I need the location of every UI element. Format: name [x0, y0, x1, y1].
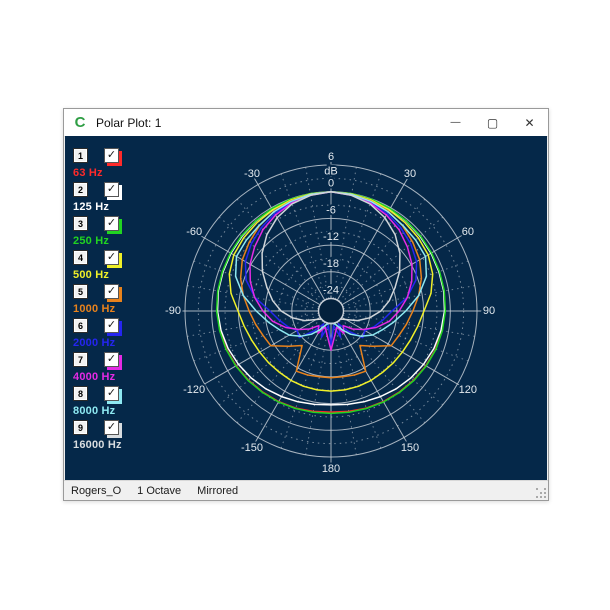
- titlebar[interactable]: C Polar Plot: 1 — ▢ ✕: [64, 109, 548, 137]
- legend-item-500hz: 4 ✓ 500 Hz: [73, 250, 122, 284]
- curve-visibility-checkbox-1[interactable]: ✓: [104, 148, 119, 163]
- curve-number-button-4[interactable]: 4: [73, 250, 88, 265]
- curve-visibility-checkbox-7[interactable]: ✓: [104, 352, 119, 367]
- legend-item-1000hz: 5 ✓ 1000 Hz: [73, 284, 122, 318]
- radial-tick-label: 0: [328, 178, 334, 190]
- legend-frequency-label: 250 Hz: [73, 235, 110, 247]
- frequency-legend: 1 ✓ 63 Hz 2 ✓ 125 Hz 3 ✓ 250 Hz 4 ✓ 500 Hz 5 ✓ 1000 Hz…: [73, 148, 122, 454]
- legend-frequency-label: 2000 Hz: [73, 337, 116, 349]
- window-controls: — ▢ ✕: [437, 109, 548, 136]
- status-measurement-name: Rogers_O: [71, 484, 122, 497]
- statusbar: Rogers_O 1 Octave Mirrored: [64, 480, 548, 500]
- curve-number-button-1[interactable]: 1: [73, 148, 88, 163]
- grid-spoke-major: [336, 321, 408, 444]
- legend-item-250hz: 3 ✓ 250 Hz: [73, 216, 122, 250]
- radial-tick-label: -6: [326, 204, 336, 216]
- angle-label: 120: [459, 384, 477, 396]
- legend-frequency-label: 8000 Hz: [73, 405, 116, 417]
- angle-label: -30: [244, 168, 260, 180]
- legend-frequency-label: 16000 Hz: [73, 439, 122, 451]
- polar-chart: 60-6-12-18-24dB-30 30-60 60-90 90-120 120-15…: [163, 149, 497, 477]
- curve-visibility-checkbox-9[interactable]: ✓: [104, 420, 119, 435]
- polar-plot-area: 6 0 -6 -12 -18 -24 dB -30 30 -60 60 -90 90 -120 120 -15…: [65, 136, 547, 481]
- angle-label: 90: [483, 305, 495, 317]
- angle-label: -90: [165, 305, 181, 317]
- angle-label: -120: [183, 384, 205, 396]
- radial-tick-label: -18: [323, 258, 339, 270]
- grid-spoke-major: [254, 321, 326, 444]
- legend-item-125hz: 2 ✓ 125 Hz: [73, 182, 122, 216]
- curve-visibility-checkbox-2[interactable]: ✓: [104, 182, 119, 197]
- grid-spoke-major: [341, 234, 464, 306]
- legend-item-8000hz: 8 ✓ 8000 Hz: [73, 386, 122, 420]
- grid-spoke-major: [198, 234, 321, 306]
- close-button[interactable]: ✕: [511, 109, 548, 136]
- status-mirrored: Mirrored: [197, 484, 239, 497]
- angle-label: -150: [241, 442, 263, 454]
- maximize-button[interactable]: ▢: [474, 109, 511, 136]
- legend-frequency-label: 63 Hz: [73, 167, 103, 179]
- legend-item-4000hz: 7 ✓ 4000 Hz: [73, 352, 122, 386]
- curve-visibility-checkbox-3[interactable]: ✓: [104, 216, 119, 231]
- legend-frequency-label: 4000 Hz: [73, 371, 116, 383]
- clio-logo-icon: C: [74, 113, 86, 131]
- radial-tick-label: -24: [323, 285, 339, 297]
- angle-label: -60: [186, 226, 202, 238]
- legend-item-2000hz: 6 ✓ 2000 Hz: [73, 318, 122, 352]
- status-smoothing: 1 Octave: [137, 484, 182, 497]
- legend-frequency-label: 125 Hz: [73, 201, 110, 213]
- curve-visibility-checkbox-4[interactable]: ✓: [104, 250, 119, 265]
- curve-number-button-5[interactable]: 5: [73, 284, 88, 299]
- radial-tick-label: -12: [323, 231, 339, 243]
- legend-frequency-label: 500 Hz: [73, 269, 110, 281]
- legend-frequency-label: 1000 Hz: [73, 303, 116, 315]
- legend-item-16000hz: 9 ✓ 16000 Hz: [73, 420, 122, 454]
- minimize-button[interactable]: —: [437, 109, 474, 136]
- curve-visibility-checkbox-8[interactable]: ✓: [104, 386, 119, 401]
- angle-label: 150: [401, 442, 419, 454]
- curve-number-button-6[interactable]: 6: [73, 318, 88, 333]
- window-title: Polar Plot: 1: [96, 115, 162, 130]
- curve-visibility-checkbox-5[interactable]: ✓: [104, 284, 119, 299]
- curve-number-button-3[interactable]: 3: [73, 216, 88, 231]
- polar-plot-window: C Polar Plot: 1 — ▢ ✕ 6 0 -6 -12 -18 -24 dB -30…: [63, 108, 549, 501]
- curve-number-button-2[interactable]: 2: [73, 182, 88, 197]
- angle-label: 60: [462, 226, 474, 238]
- resize-grip[interactable]: [536, 488, 546, 498]
- curve-visibility-checkbox-6[interactable]: ✓: [104, 318, 119, 333]
- radial-tick-label: 6: [328, 151, 334, 163]
- angle-label: 30: [404, 168, 416, 180]
- curve-number-button-8[interactable]: 8: [73, 386, 88, 401]
- curve-number-button-7[interactable]: 7: [73, 352, 88, 367]
- angle-label: 180: [322, 463, 340, 475]
- radial-axis-unit-label: dB: [324, 165, 337, 177]
- legend-item-63hz: 1 ✓ 63 Hz: [73, 148, 122, 182]
- curve-number-button-9[interactable]: 9: [73, 420, 88, 435]
